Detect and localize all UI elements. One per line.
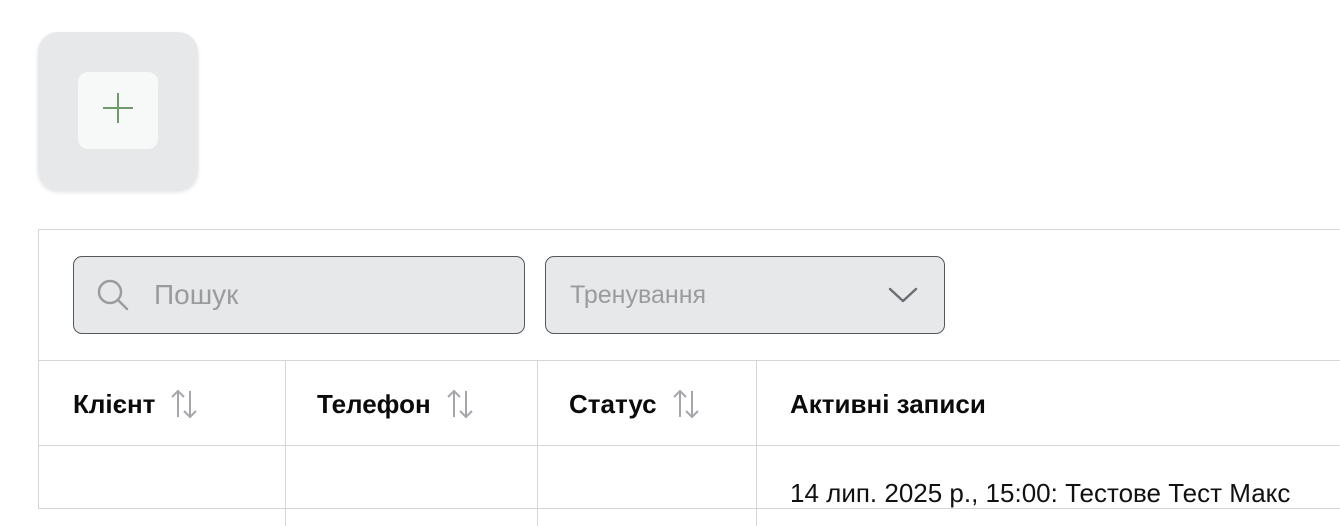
search-input[interactable]	[154, 275, 494, 315]
column-header-label: Клієнт	[73, 388, 156, 419]
search-icon	[96, 278, 130, 312]
sort-icon[interactable]	[169, 388, 199, 420]
table-header: Клієнт Телефон Статус Активні записи	[39, 360, 1340, 447]
plus-icon	[101, 91, 135, 130]
cell-client	[39, 446, 286, 526]
sort-icon[interactable]	[445, 388, 475, 420]
cell-phone	[286, 446, 538, 526]
column-header-phone: Телефон	[286, 361, 538, 447]
table-row[interactable]: 14 лип. 2025 р., 15:00: Тестове Тест Мак…	[39, 446, 1340, 526]
column-header-label: Активні записи	[790, 388, 986, 419]
cell-active-records: 14 лип. 2025 р., 15:00: Тестове Тест Мак…	[790, 478, 1291, 508]
search-field[interactable]	[73, 256, 525, 334]
add-button[interactable]	[78, 72, 158, 149]
clients-table-panel: Тренування Клієнт Телефон	[38, 229, 1340, 526]
column-header-label: Телефон	[317, 388, 431, 419]
training-select-label: Тренування	[570, 280, 707, 309]
cell-status	[538, 446, 757, 526]
column-header-client: Клієнт	[39, 361, 286, 447]
sort-icon[interactable]	[671, 388, 701, 420]
column-header-active-records: Активні записи	[757, 361, 1340, 447]
chevron-down-icon	[888, 286, 918, 304]
column-header-status: Статус	[538, 361, 757, 447]
add-card	[38, 32, 198, 190]
training-select[interactable]: Тренування	[545, 256, 945, 334]
column-header-label: Статус	[569, 388, 657, 419]
